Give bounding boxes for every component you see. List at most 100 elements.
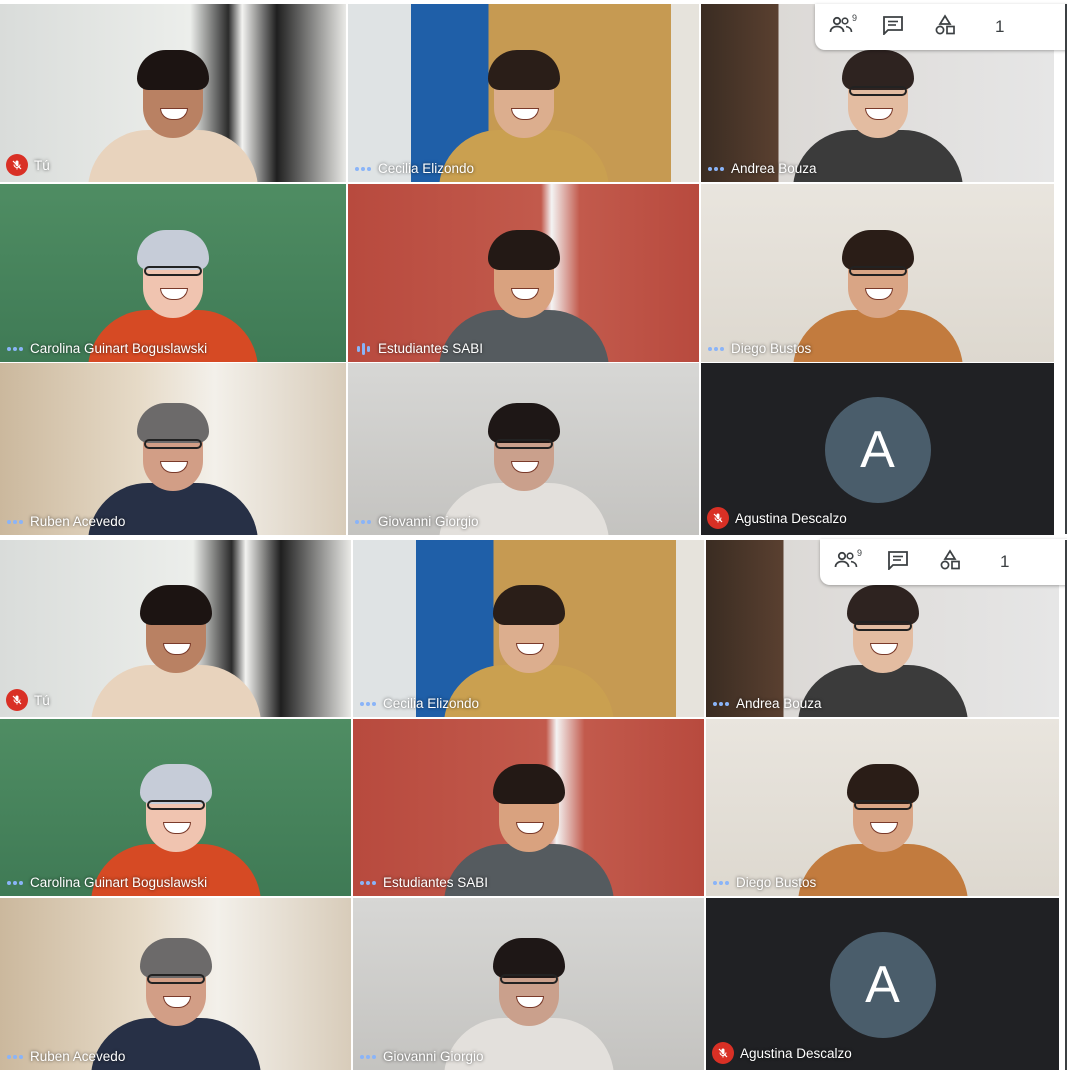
participant-name: Giovanni Giorgio (383, 1049, 484, 1064)
participant-name: Carolina Guinart Boguslawski (30, 341, 208, 356)
participant-name: Tú (34, 692, 50, 708)
participant-tile[interactable]: Ruben Acevedo (0, 898, 351, 1070)
chat-button[interactable] (872, 539, 924, 585)
participant-tile[interactable]: Tú (0, 4, 346, 182)
participant-name-label: Diego Bustos (712, 875, 816, 890)
participant-name: Carolina Guinart Boguslawski (30, 875, 208, 890)
chat-icon (882, 15, 904, 40)
participant-name-label: Ruben Acevedo (6, 1049, 125, 1064)
more-options-icon[interactable] (354, 166, 372, 171)
participant-tile[interactable]: Carolina Guinart Boguslawski (0, 184, 346, 362)
more-options-icon[interactable] (359, 701, 377, 706)
more-options-icon[interactable] (6, 519, 24, 524)
participant-name-label: Cecilia Elizondo (354, 161, 474, 176)
participant-name-label: Giovanni Giorgio (354, 514, 479, 529)
participant-name-label: Carolina Guinart Boguslawski (6, 341, 207, 356)
activities-button[interactable] (924, 539, 976, 585)
participant-name: Estudiantes SABI (383, 875, 489, 890)
participant-tile[interactable]: A Agustina Descalzo (701, 363, 1054, 535)
chat-icon (887, 550, 909, 575)
participant-name-label: Andrea Bouza (712, 696, 822, 711)
mic-off-icon (6, 154, 28, 176)
participant-tile[interactable]: Cecilia Elizondo (348, 4, 699, 182)
participant-tile[interactable]: Giovanni Giorgio (348, 363, 699, 535)
clock-partial: 1 (995, 17, 1005, 36)
mic-off-icon (712, 1042, 734, 1064)
avatar: A (829, 932, 936, 1038)
participant-name-label: Carolina Guinart Boguslawski (6, 875, 207, 890)
more-options-icon[interactable] (707, 166, 725, 171)
participant-name-label: Andrea Bouza (707, 161, 817, 176)
participant-name: Ruben Acevedo (30, 1049, 126, 1064)
meet-grid-capture-1: Tú Cecilia Elizondo Andrea Bouza Carolina G… (0, 0, 1067, 535)
participant-video-silhouette (88, 212, 258, 362)
participant-video-silhouette (438, 32, 609, 182)
more-options-icon[interactable] (359, 880, 377, 885)
participant-name: Cecilia Elizondo (383, 696, 480, 711)
participant-video-silhouette (90, 567, 261, 717)
participant-name-label: Agustina Descalzo (707, 507, 847, 529)
more-options-icon[interactable] (6, 880, 24, 885)
mic-off-icon (6, 689, 28, 711)
meeting-toolbar: 91 (815, 4, 1067, 50)
activities-button[interactable] (919, 4, 971, 50)
chat-button[interactable] (867, 4, 919, 50)
participant-name: Diego Bustos (736, 875, 817, 890)
people-icon (834, 550, 858, 575)
people-count: 9 (851, 13, 857, 23)
participant-video-silhouette (90, 746, 261, 896)
people-button[interactable]: 9 (820, 539, 872, 585)
clock-partial: 1 (1000, 552, 1010, 571)
participant-name-label: Estudiantes SABI (359, 875, 488, 890)
more-options-icon[interactable] (707, 346, 725, 351)
more-options-icon[interactable] (712, 701, 730, 706)
participant-video-silhouette (88, 385, 258, 535)
participant-tile[interactable]: Estudiantes SABI (353, 719, 704, 896)
more-options-icon[interactable] (6, 1054, 24, 1059)
participant-name: Agustina Descalzo (740, 1045, 852, 1061)
participant-video-silhouette (443, 920, 614, 1070)
participant-video-silhouette (797, 746, 968, 896)
participant-video-silhouette (792, 32, 963, 182)
participant-name-label: Diego Bustos (707, 341, 811, 356)
participant-video-silhouette (88, 32, 258, 182)
participant-tile[interactable]: Giovanni Giorgio (353, 898, 704, 1070)
participant-name: Ruben Acevedo (30, 514, 126, 529)
participant-name-label: Tú (6, 154, 50, 176)
participant-video-silhouette (792, 212, 963, 362)
participant-video-silhouette (797, 567, 968, 717)
participant-tile[interactable]: Diego Bustos (706, 719, 1059, 896)
participant-video-silhouette (438, 212, 609, 362)
participant-name-label: Ruben Acevedo (6, 514, 125, 529)
shapes-icon (939, 548, 961, 576)
participant-name: Tú (34, 157, 50, 173)
participant-tile[interactable]: Carolina Guinart Boguslawski (0, 719, 351, 896)
people-count: 9 (856, 548, 862, 558)
participant-name-label: Agustina Descalzo (712, 1042, 852, 1064)
more-options-icon[interactable] (354, 519, 372, 524)
participant-tile[interactable]: Cecilia Elizondo (353, 540, 704, 717)
participant-name: Cecilia Elizondo (378, 161, 475, 176)
participant-tile[interactable]: Estudiantes SABI (348, 184, 699, 362)
participant-name: Agustina Descalzo (735, 510, 847, 526)
participant-name-label: Estudiantes SABI (354, 341, 483, 356)
avatar: A (824, 397, 931, 503)
participant-tile[interactable]: Ruben Acevedo (0, 363, 346, 535)
participant-tile[interactable]: A Agustina Descalzo (706, 898, 1059, 1070)
participant-name: Giovanni Giorgio (378, 514, 479, 529)
participant-tile[interactable]: Tú (0, 540, 351, 717)
audio-level-icon (354, 342, 372, 355)
people-button[interactable]: 9 (815, 4, 867, 50)
participant-video-silhouette (90, 920, 261, 1070)
participant-name-label: Tú (6, 689, 50, 711)
participant-tile[interactable]: Diego Bustos (701, 184, 1054, 362)
more-options-icon[interactable] (359, 1054, 377, 1059)
more-options-icon[interactable] (6, 346, 24, 351)
people-icon (829, 15, 853, 40)
mic-off-icon (707, 507, 729, 529)
participant-name: Diego Bustos (731, 341, 812, 356)
more-options-icon[interactable] (712, 880, 730, 885)
participant-name: Andrea Bouza (731, 161, 817, 176)
shapes-icon (934, 13, 956, 41)
participant-video-silhouette (443, 567, 614, 717)
